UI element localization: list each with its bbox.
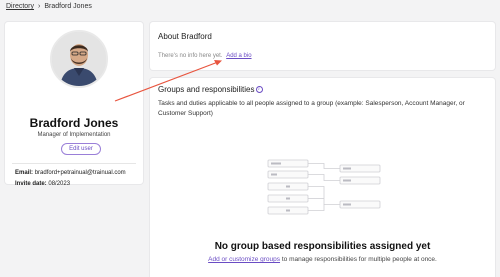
invite-date-row: Invite date: 08/2023	[15, 181, 70, 187]
empty-state-subtitle: Add or customize groups to manage respon…	[150, 256, 495, 263]
divider	[12, 163, 136, 164]
invite-date-label: Invite date:	[15, 181, 47, 187]
about-card: About Bradford There's no info here yet.…	[150, 22, 495, 70]
invite-date-value: 08/2023	[48, 181, 71, 187]
breadcrumb-directory-link[interactable]: Directory	[6, 3, 34, 10]
groups-title: Groups and responsibilities	[158, 85, 255, 94]
avatar-photo	[52, 32, 106, 86]
empty-state-title: No group based responsibilities assigned…	[214, 241, 431, 252]
about-empty-message: There's no info here yet.	[158, 53, 223, 59]
about-title: About Bradford	[158, 32, 212, 41]
about-empty-text: There's no info here yet. Add a bio	[158, 53, 252, 59]
email-value: bradford+petrainual@trainual.com	[34, 170, 126, 176]
avatar	[50, 30, 108, 88]
email-row: Email: bradford+petrainual@trainual.com	[15, 170, 126, 176]
profile-role: Manager of Implementation	[37, 132, 111, 138]
empty-state-illustration-icon	[267, 159, 381, 215]
breadcrumb-current: Bradford Jones	[44, 3, 92, 10]
email-label: Email:	[15, 170, 34, 176]
groups-title-row: Groups and responsibilities i	[158, 85, 263, 94]
breadcrumb-separator: ›	[38, 3, 41, 10]
profile-name: Bradford Jones	[29, 116, 119, 130]
profile-card: Bradford Jones Manager of Implementation…	[5, 22, 143, 187]
info-icon[interactable]: i	[255, 86, 263, 94]
empty-state-subtitle-rest: to manage responsibilities for multiple …	[281, 256, 437, 263]
groups-card: Groups and responsibilities i Tasks and d…	[150, 78, 495, 277]
add-bio-link[interactable]: Add a bio	[226, 53, 251, 59]
breadcrumb: Directory › Bradford Jones	[6, 3, 92, 10]
groups-description: Tasks and duties applicable to all peopl…	[158, 100, 465, 117]
add-customize-groups-link[interactable]: Add or customize groups	[208, 256, 280, 263]
edit-user-button[interactable]: Edit user	[61, 143, 101, 155]
